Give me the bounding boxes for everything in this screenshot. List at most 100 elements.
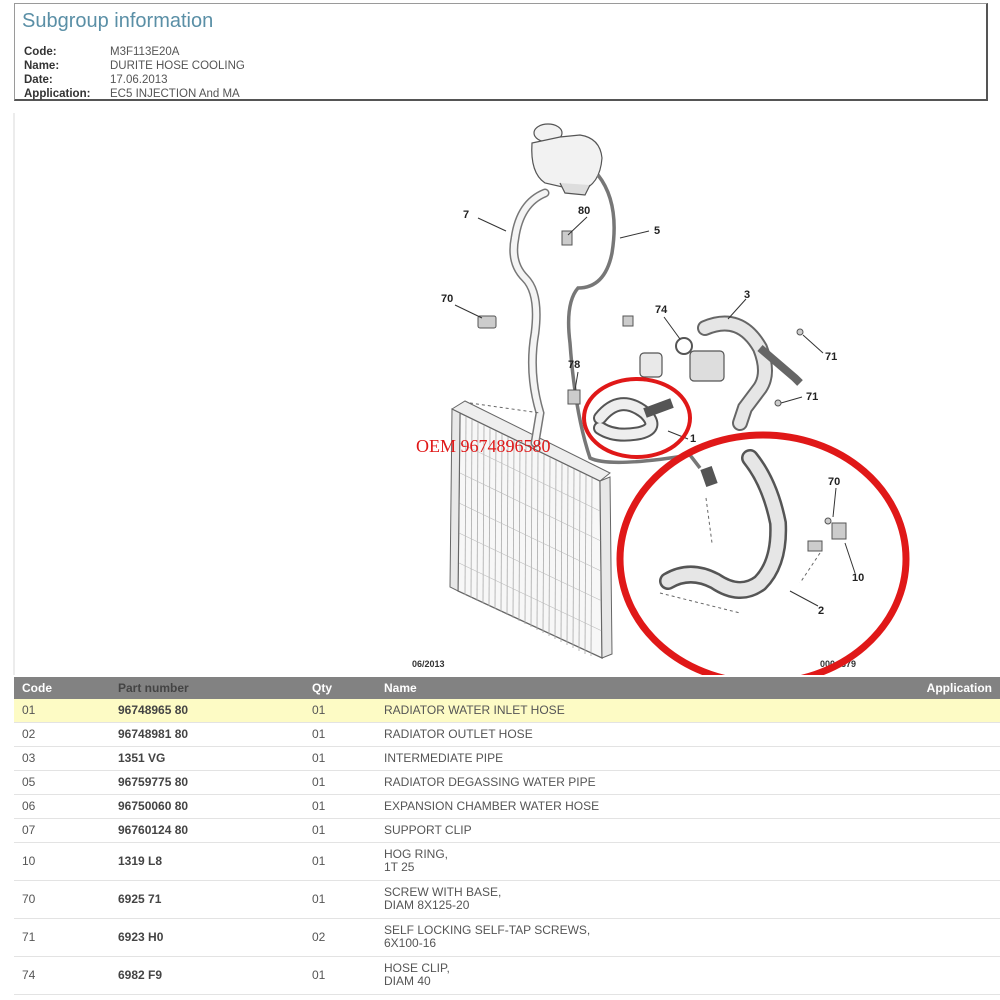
- col-part-number[interactable]: Part number: [118, 677, 312, 699]
- row-part-number: 6925 71: [118, 880, 312, 919]
- row-qty: 01: [312, 746, 384, 771]
- row-code: 71: [14, 918, 118, 957]
- row-name: RADIATOR DEGASSING WATER PIPE: [384, 770, 872, 795]
- table-row[interactable]: 07 96760124 80 01 SUPPORT CLIP: [14, 818, 1000, 843]
- row-part-number: 96750060 80: [118, 794, 312, 819]
- row-part-number: 96748981 80: [118, 722, 312, 747]
- row-part-number: 96748965 80: [118, 699, 312, 723]
- row-application: [872, 794, 1000, 819]
- field-date-value: 17.06.2013: [110, 74, 168, 86]
- row-part-number: 6923 H0: [118, 918, 312, 957]
- row-application: [872, 880, 1000, 919]
- field-code-label: Code:: [24, 46, 57, 58]
- row-qty: 01: [312, 699, 384, 723]
- highlight-overlay: [582, 377, 910, 675]
- row-qty: 01: [312, 956, 384, 995]
- field-code-value: M3F113E20A: [110, 46, 180, 58]
- row-name-line: DIAM 8X125-20: [384, 898, 470, 912]
- row-part-number: 96760124 80: [118, 818, 312, 843]
- row-qty: 01: [312, 818, 384, 843]
- row-application: [872, 699, 1000, 723]
- subgroup-fields: Code: M3F113E20A Name: DURITE HOSE COOLI…: [24, 45, 245, 101]
- row-qty: 01: [312, 770, 384, 795]
- row-name: RADIATOR WATER INLET HOSE: [384, 699, 872, 723]
- row-name-line: RADIATOR OUTLET HOSE: [384, 726, 533, 741]
- row-name: RADIATOR OUTLET HOSE: [384, 722, 872, 747]
- table-row[interactable]: 02 96748981 80 01 RADIATOR OUTLET HOSE: [14, 722, 1000, 747]
- row-name-line: 1T 25: [384, 860, 415, 874]
- row-part-number: 6982 F9: [118, 956, 312, 995]
- row-name-line: INTERMEDIATE PIPE: [384, 750, 504, 765]
- field-date: Date: 17.06.2013: [24, 73, 245, 87]
- table-row[interactable]: 06 96750060 80 01 EXPANSION CHAMBER WATER H…: [14, 794, 1000, 819]
- col-qty[interactable]: Qty: [312, 677, 384, 699]
- row-name-line: RADIATOR WATER INLET HOSE: [384, 702, 565, 717]
- row-name-line: HOG RING,: [384, 847, 449, 861]
- table-row[interactable]: 05 96759775 80 01 RADIATOR DEGASSING WATER …: [14, 770, 1000, 795]
- row-application: [872, 918, 1000, 957]
- row-application: [872, 818, 1000, 843]
- table-row[interactable]: 01 96748965 80 01 RADIATOR WATER INLET HOSE: [14, 699, 1000, 723]
- table-row[interactable]: 71 6923 H0 02 SELF LOCKING SELF-TAP SCREWS,…: [14, 918, 1000, 957]
- row-code: 01: [14, 699, 118, 723]
- row-name: EXPANSION CHAMBER WATER HOSE: [384, 794, 872, 819]
- row-name-line: DIAM 40: [384, 974, 431, 988]
- row-name: SCREW WITH BASE, DIAM 8X125-20: [384, 880, 872, 919]
- row-qty: 01: [312, 880, 384, 919]
- row-application: [872, 956, 1000, 995]
- subgroup-title: Subgroup information: [22, 10, 214, 32]
- row-code: 07: [14, 818, 118, 843]
- row-qty: 01: [312, 842, 384, 881]
- row-qty: 01: [312, 794, 384, 819]
- row-name: INTERMEDIATE PIPE: [384, 746, 872, 771]
- parts-table-header: Code Part number Qty Name Application: [14, 677, 1000, 699]
- parts-table-body: 01 96748965 80 01 RADIATOR WATER INLET HOSE…: [14, 699, 1000, 995]
- row-code: 05: [14, 770, 118, 795]
- subgroup-info-panel: Subgroup information Code: M3F113E20A Na…: [14, 3, 988, 101]
- row-name: HOG RING, 1T 25: [384, 842, 872, 881]
- field-application: Application: EC5 INJECTION And MA: [24, 87, 245, 101]
- oem-label-hose-1: OEM 9674896580: [416, 436, 551, 456]
- row-qty: 01: [312, 722, 384, 747]
- row-part-number: 1319 L8: [118, 842, 312, 881]
- row-name-line: SUPPORT CLIP: [384, 822, 472, 837]
- row-application: [872, 842, 1000, 881]
- col-code[interactable]: Code: [14, 677, 118, 699]
- field-name-label: Name:: [24, 60, 60, 72]
- table-row[interactable]: 03 1351 VG 01 INTERMEDIATE PIPE: [14, 746, 1000, 771]
- field-code: Code: M3F113E20A: [24, 45, 245, 59]
- table-row[interactable]: 74 6982 F9 01 HOSE CLIP, DIAM 40: [14, 956, 1000, 995]
- row-name: HOSE CLIP, DIAM 40: [384, 956, 872, 995]
- row-code: 70: [14, 880, 118, 919]
- row-application: [872, 770, 1000, 795]
- large-highlight-circle: [616, 431, 910, 675]
- row-code: 02: [14, 722, 118, 747]
- table-row[interactable]: 70 6925 71 01 SCREW WITH BASE, DIAM 8X125-20: [14, 880, 1000, 919]
- parts-table: Code Part number Qty Name Application 01…: [14, 677, 1000, 995]
- row-part-number: 1351 VG: [118, 746, 312, 771]
- row-application: [872, 746, 1000, 771]
- row-code: 10: [14, 842, 118, 881]
- field-application-label: Application:: [24, 88, 91, 100]
- row-application: [872, 722, 1000, 747]
- field-date-label: Date:: [24, 74, 53, 86]
- row-qty: 02: [312, 918, 384, 957]
- row-name-line: 6X100-16: [384, 936, 437, 950]
- row-name: SUPPORT CLIP: [384, 818, 872, 843]
- small-highlight-circle: [582, 377, 692, 459]
- row-name-line: RADIATOR DEGASSING WATER PIPE: [384, 774, 596, 789]
- field-name: Name: DURITE HOSE COOLING: [24, 59, 245, 73]
- field-name-value: DURITE HOSE COOLING: [110, 60, 245, 72]
- table-row[interactable]: 10 1319 L8 01 HOG RING, 1T 25: [14, 842, 1000, 881]
- row-code: 74: [14, 956, 118, 995]
- row-part-number: 96759775 80: [118, 770, 312, 795]
- parts-diagram: 7 80 5 70 3 74 71 78 71 1 70 10 2 06/201…: [0, 113, 1000, 675]
- row-code: 03: [14, 746, 118, 771]
- row-name-line: SELF LOCKING SELF-TAP SCREWS,: [384, 923, 591, 937]
- col-name[interactable]: Name: [384, 677, 872, 699]
- field-application-value: EC5 INJECTION And MA: [110, 88, 240, 100]
- row-name-line: EXPANSION CHAMBER WATER HOSE: [384, 798, 600, 813]
- row-code: 06: [14, 794, 118, 819]
- row-name: SELF LOCKING SELF-TAP SCREWS, 6X100-16: [384, 918, 872, 957]
- col-application[interactable]: Application: [872, 677, 1000, 699]
